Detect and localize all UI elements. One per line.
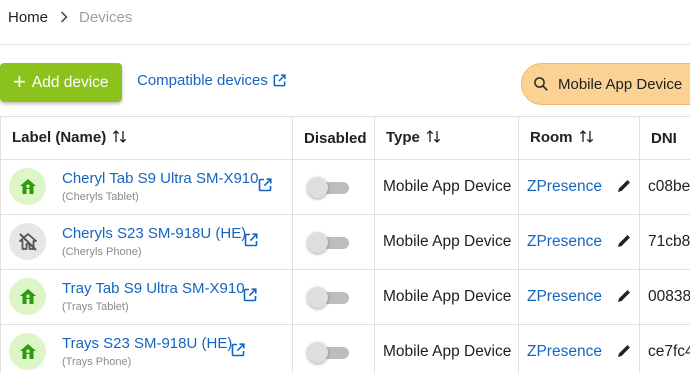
table-header-row: Label (Name) Disabled Type Room DNI — [0, 116, 690, 160]
table-row: Cheryl Tab S9 Ultra SM-X910 (Cheryls Tabl… — [0, 159, 690, 215]
table-row: Tray Tab S9 Ultra SM-X910 (Trays Tablet) M… — [0, 269, 690, 325]
disabled-toggle[interactable] — [307, 341, 349, 363]
column-type-text: Type — [386, 128, 420, 146]
presence-home-icon — [9, 278, 46, 315]
chevron-right-icon — [60, 11, 68, 23]
column-header-type[interactable]: Type — [374, 116, 519, 160]
device-system-name: (Trays Phone) — [62, 356, 132, 368]
disabled-toggle[interactable] — [307, 231, 349, 253]
sort-icon[interactable] — [426, 129, 441, 148]
search-input[interactable] — [558, 75, 690, 93]
label-cell: Cheryl Tab S9 Ultra SM-X910 (Cheryls Tabl… — [0, 159, 293, 215]
pencil-edit-icon[interactable] — [616, 234, 631, 254]
device-name-link[interactable]: Tray Tab S9 Ultra SM-X910 — [62, 280, 245, 297]
device-system-name: (Cheryls Phone) — [62, 246, 142, 258]
room-link[interactable]: ZPresence — [527, 343, 602, 360]
search-icon — [534, 77, 548, 91]
compatible-devices-link[interactable]: Compatible devices — [137, 72, 287, 89]
table-row: Cheryls S23 SM-918U (HE) (Cheryls Phone) M… — [0, 214, 690, 270]
add-device-label: Add device — [31, 73, 109, 91]
add-device-button[interactable]: + Add device — [0, 63, 122, 102]
room-link[interactable]: ZPresence — [527, 288, 602, 305]
device-type: Mobile App Device — [374, 159, 519, 215]
room-cell: ZPresence — [518, 214, 640, 270]
dni-value: 00838a — [639, 269, 690, 325]
device-name-link[interactable]: Cheryls S23 SM-918U (HE) — [62, 225, 246, 242]
column-header-disabled: Disabled — [292, 116, 375, 160]
table-row: Trays S23 SM-918U (HE) (Trays Phone) Mobil… — [0, 324, 690, 373]
presence-home-icon — [9, 333, 46, 370]
breadcrumb-home-link[interactable]: Home — [8, 9, 48, 26]
room-cell: ZPresence — [518, 324, 640, 373]
column-label-text: Label (Name) — [12, 128, 107, 146]
dni-value: 71cb80 — [639, 214, 690, 270]
disabled-toggle[interactable] — [307, 286, 349, 308]
label-cell: Trays S23 SM-918U (HE) (Trays Phone) — [0, 324, 293, 373]
external-link-icon[interactable] — [257, 177, 273, 198]
external-link-icon[interactable] — [242, 287, 258, 308]
header-divider — [0, 44, 690, 45]
device-type: Mobile App Device — [374, 214, 519, 270]
dni-value: ce7fc4 — [639, 324, 690, 373]
device-type: Mobile App Device — [374, 269, 519, 325]
room-cell: ZPresence — [518, 159, 640, 215]
column-room-text: Room — [530, 128, 573, 146]
device-system-name: (Trays Tablet) — [62, 301, 129, 313]
disabled-cell — [292, 324, 375, 373]
room-cell: ZPresence — [518, 269, 640, 325]
pencil-edit-icon[interactable] — [616, 179, 631, 199]
dni-value: c08be1 — [639, 159, 690, 215]
room-link[interactable]: ZPresence — [527, 178, 602, 195]
device-type: Mobile App Device — [374, 324, 519, 373]
devices-table: Label (Name) Disabled Type Room DNI Cher… — [0, 116, 690, 373]
presence-away-icon — [9, 223, 46, 260]
column-header-room[interactable]: Room — [518, 116, 640, 160]
column-header-dni[interactable]: DNI — [639, 116, 690, 160]
breadcrumb: Home Devices — [8, 0, 132, 34]
search-box[interactable] — [521, 63, 690, 105]
room-link[interactable]: ZPresence — [527, 233, 602, 250]
label-cell: Tray Tab S9 Ultra SM-X910 (Trays Tablet) — [0, 269, 293, 325]
compatible-devices-label: Compatible devices — [137, 72, 268, 89]
pencil-edit-icon[interactable] — [616, 344, 631, 364]
external-link-icon[interactable] — [243, 232, 259, 253]
sort-icon[interactable] — [579, 129, 594, 148]
device-system-name: (Cheryls Tablet) — [62, 191, 139, 203]
device-name-link[interactable]: Trays S23 SM-918U (HE) — [62, 335, 232, 352]
breadcrumb-current: Devices — [79, 8, 133, 26]
column-disabled-text: Disabled — [304, 129, 367, 147]
column-dni-text: DNI — [651, 129, 677, 147]
pencil-edit-icon[interactable] — [616, 289, 631, 309]
disabled-cell — [292, 214, 375, 270]
external-link-icon[interactable] — [230, 342, 246, 363]
column-header-label[interactable]: Label (Name) — [0, 116, 293, 160]
device-name-link[interactable]: Cheryl Tab S9 Ultra SM-X910 — [62, 170, 258, 187]
plus-icon: + — [13, 68, 26, 94]
disabled-cell — [292, 159, 375, 215]
disabled-toggle[interactable] — [307, 176, 349, 198]
disabled-cell — [292, 269, 375, 325]
sort-icon[interactable] — [112, 129, 127, 148]
presence-home-icon — [9, 168, 46, 205]
external-link-icon — [273, 74, 286, 87]
label-cell: Cheryls S23 SM-918U (HE) (Cheryls Phone) — [0, 214, 293, 270]
